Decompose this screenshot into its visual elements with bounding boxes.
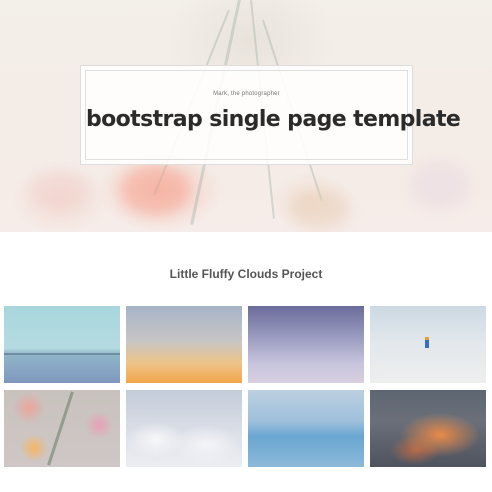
gallery-thumbnail-blue-sea[interactable]: [248, 390, 364, 467]
hero-title-card: Mark, the photographer bootstrap single …: [80, 65, 461, 165]
gallery-thumbnail-snow-figure[interactable]: [370, 306, 486, 383]
page-title: bootstrap single page template: [86, 107, 461, 132]
hero-background-blossom: [120, 165, 190, 215]
hero-banner: Mark, the photographer bootstrap single …: [0, 0, 492, 232]
photo-gallery-grid: [4, 306, 488, 470]
gallery-thumbnail-fluffy-clouds[interactable]: [126, 390, 242, 467]
hero-background-blossom: [290, 190, 350, 230]
hero-background-blossom: [30, 170, 90, 210]
gallery-thumbnail-purple-sky[interactable]: [248, 306, 364, 383]
gallery-thumbnail-blossom-branch[interactable]: [4, 390, 120, 467]
gallery-thumbnail-fiery-clouds[interactable]: [370, 390, 486, 467]
hero-title-card-frame: Mark, the photographer bootstrap single …: [85, 70, 461, 160]
gallery-section-title: Little Fluffy Clouds Project: [169, 267, 323, 281]
hero-tagline: Mark, the photographer: [213, 91, 280, 97]
hero-background-blossom: [410, 160, 470, 210]
gallery-thumbnail-sunset-gradient[interactable]: [126, 306, 242, 383]
gallery-thumbnail-sea-horizon[interactable]: [4, 306, 120, 383]
